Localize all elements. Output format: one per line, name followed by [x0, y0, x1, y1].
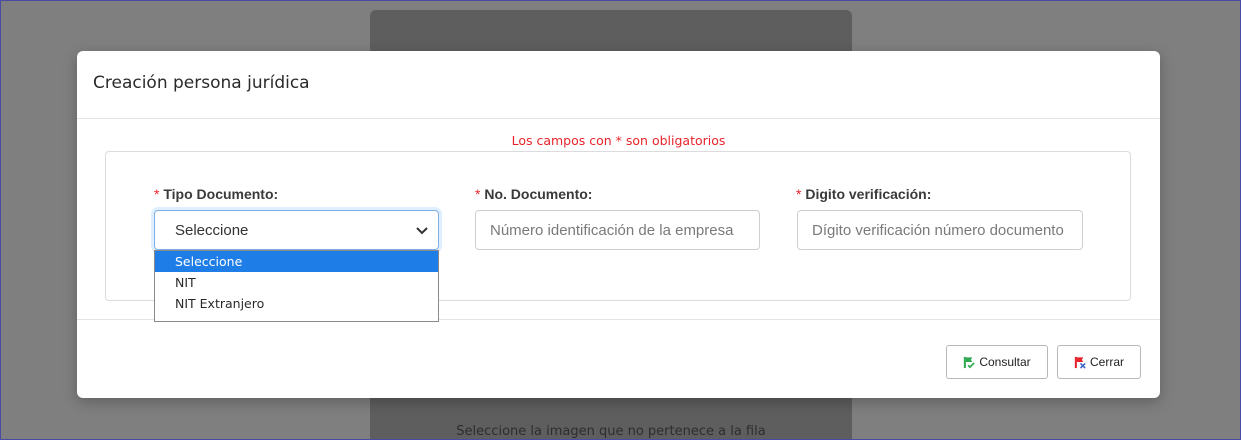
consultar-button-label: Consultar — [979, 355, 1031, 369]
tipo-documento-label: * Tipo Documento: — [154, 186, 278, 202]
background-caption: Seleccione la imagen que no pertenece a … — [456, 424, 766, 439]
modal-title: Creación persona jurídica — [93, 73, 310, 93]
dropdown-option-seleccione[interactable]: Seleccione — [155, 251, 438, 272]
no-documento-label: * No. Documento: — [475, 186, 592, 202]
modal-header: Creación persona jurídica — [77, 51, 1160, 119]
digito-verificacion-label: * Digito verificación: — [796, 186, 931, 202]
dropdown-option-nit[interactable]: NIT — [155, 272, 438, 293]
digito-verificacion-input[interactable] — [797, 210, 1083, 250]
required-fields-note: Los campos con * son obligatorios — [511, 133, 726, 148]
required-star: * — [475, 186, 481, 202]
tipo-documento-selected-value: Seleccione — [175, 222, 249, 239]
no-documento-input[interactable] — [475, 210, 760, 250]
no-documento-label-text: No. Documento: — [484, 186, 593, 202]
flag-check-icon — [964, 356, 976, 368]
tipo-documento-label-text: Tipo Documento: — [163, 186, 279, 202]
dropdown-option-nit-extranjero[interactable]: NIT Extranjero — [155, 293, 438, 314]
cerrar-button-label: Cerrar — [1089, 355, 1124, 369]
consultar-button[interactable]: Consultar — [946, 345, 1048, 379]
tipo-documento-dropdown: Seleccione NIT NIT Extranjero — [154, 250, 439, 322]
digito-verificacion-label-text: Digito verificación: — [805, 186, 932, 202]
flag-x-icon — [1074, 356, 1086, 369]
required-star: * — [796, 186, 802, 202]
chevron-down-icon — [416, 227, 428, 235]
cerrar-button[interactable]: Cerrar — [1057, 345, 1141, 379]
tipo-documento-select[interactable]: Seleccione — [154, 210, 439, 250]
modal-dialog: Creación persona jurídica Los campos con… — [77, 51, 1160, 398]
required-star: * — [154, 186, 160, 202]
